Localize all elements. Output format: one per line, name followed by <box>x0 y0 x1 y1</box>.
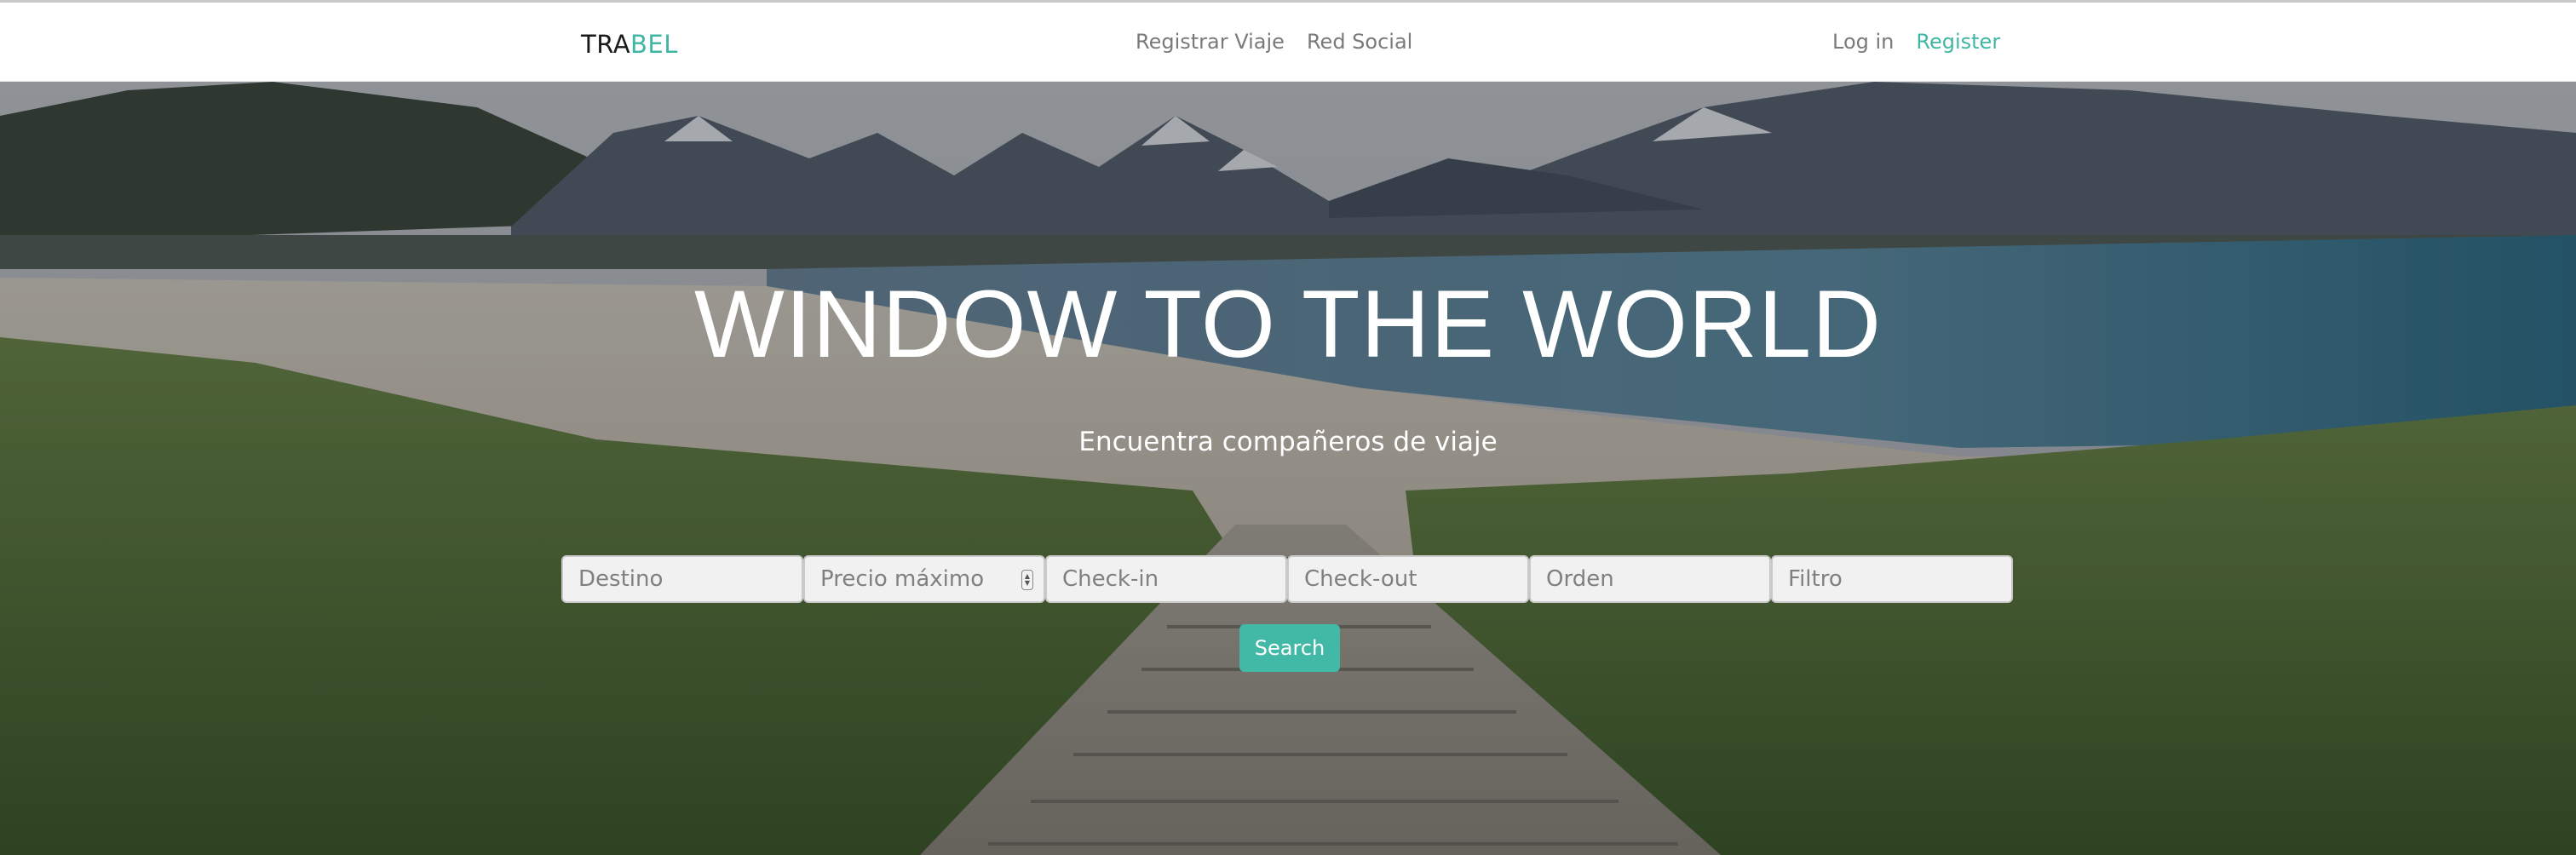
filtro-field[interactable]: Filtro <box>1771 555 2013 603</box>
check-in-field[interactable]: Check-in <box>1045 555 1287 603</box>
precio-maximo-placeholder: Precio máximo <box>820 566 985 592</box>
hero-title: WINDOW TO THE WORLD <box>693 271 1883 377</box>
hero-section: WINDOW TO THE WORLD Encuentra compañeros… <box>0 82 2576 855</box>
primary-nav: Registrar Viaje Red Social <box>1136 30 1412 54</box>
hero-subtitle: Encuentra compañeros de viaje <box>1078 427 1498 457</box>
nav-registrar-viaje[interactable]: Registrar Viaje <box>1136 30 1285 54</box>
orden-field[interactable]: Orden <box>1529 555 1771 603</box>
number-spinner-icon[interactable]: ▲ ▼ <box>1021 570 1033 590</box>
register-link[interactable]: Register <box>1916 30 2000 54</box>
brand-logo[interactable]: TRABEL <box>581 30 678 59</box>
search-form: Destino Precio máximo ▲ ▼ Check-in Check-… <box>561 555 2013 603</box>
brand-accent: BEL <box>630 30 678 59</box>
check-out-field[interactable]: Check-out <box>1287 555 1529 603</box>
destino-field[interactable]: Destino <box>561 555 803 603</box>
precio-maximo-field[interactable]: Precio máximo ▲ ▼ <box>803 555 1045 603</box>
brand-prefix: TRA <box>581 30 631 59</box>
top-navbar: TRABEL Registrar Viaje Red Social Log in… <box>0 0 2576 82</box>
search-button[interactable]: Search <box>1239 624 1340 672</box>
hero-dark-overlay <box>0 82 2576 855</box>
login-link[interactable]: Log in <box>1832 30 1894 54</box>
auth-nav: Log in Register <box>1832 30 2000 54</box>
nav-red-social[interactable]: Red Social <box>1307 30 1412 54</box>
